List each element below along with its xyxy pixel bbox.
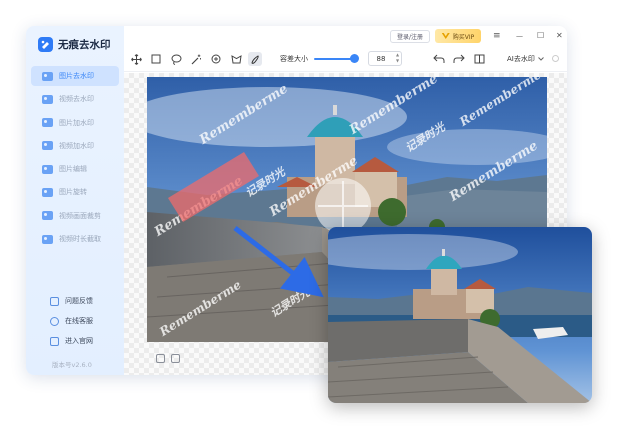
feedback-icon <box>50 296 59 306</box>
sidebar-item-video-crop[interactable]: 视频画面裁剪 <box>31 206 119 226</box>
maximize-icon[interactable]: ☐ <box>537 30 544 42</box>
zoom-icon[interactable] <box>171 354 180 363</box>
website-label: 进入官网 <box>65 337 93 345</box>
brush-size-stepper[interactable]: ▲ ▼ <box>394 52 401 65</box>
sidebar-item-label: 视频去水印 <box>59 95 94 104</box>
app-logo-icon <box>38 36 53 52</box>
rotate-icon <box>42 187 53 197</box>
feedback-link[interactable]: 问题反馈 <box>50 294 93 308</box>
sidebar-nav: 图片去水印 视频去水印 图片加水印 视频加水印 图片编辑 图片旋转 视频画面裁剪… <box>31 66 119 252</box>
sidebar-item-label: 图片去水印 <box>59 72 94 80</box>
result-preview-card <box>328 227 592 403</box>
ai-toggle-indicator[interactable] <box>552 55 559 62</box>
support-icon <box>50 316 59 326</box>
sidebar-item-video-watermark-remove[interactable]: 视频去水印 <box>31 89 119 109</box>
menu-icon[interactable]: ≡ <box>493 30 501 42</box>
buy-vip-button[interactable]: 购买VIP <box>435 29 481 43</box>
clip-icon <box>42 234 53 244</box>
sidebar-item-label: 视频时长截取 <box>59 235 101 244</box>
online-support-label: 在线客服 <box>65 317 93 325</box>
minimize-icon[interactable]: — <box>516 30 523 42</box>
brand: 无痕去水印 <box>38 36 111 52</box>
sidebar-item-label: 视频加水印 <box>59 141 94 150</box>
editor-toolbar: 容差大小 ▲▼ AI去水印 <box>124 46 567 72</box>
title-bar: 登录/注册 购买VIP ≡ — ☐ ✕ <box>124 26 567 46</box>
brush-size-slider[interactable] <box>314 58 354 60</box>
app-title: 无痕去水印 <box>58 38 111 51</box>
video-add-icon <box>42 141 53 151</box>
sidebar-item-image-watermark-add[interactable]: 图片加水印 <box>31 113 119 133</box>
polygon-icon[interactable] <box>229 52 243 66</box>
sidebar-item-label: 视频画面裁剪 <box>59 211 101 220</box>
brush-size-slider-handle[interactable] <box>350 54 359 63</box>
support-links: 问题反馈 在线客服 进入官网 <box>50 294 93 354</box>
ai-remove-dropdown[interactable]: AI去水印 <box>507 51 544 66</box>
website-icon <box>50 336 59 346</box>
brush-icon[interactable] <box>248 52 262 66</box>
ai-remove-label: AI去水印 <box>507 54 535 63</box>
video-icon <box>42 94 53 104</box>
website-link[interactable]: 进入官网 <box>50 334 93 348</box>
sidebar-item-image-rotate[interactable]: 图片旋转 <box>31 182 119 202</box>
version-label: 版本号v2.6.0 <box>52 361 92 369</box>
magic-wand-icon[interactable] <box>189 52 203 66</box>
sidebar-item-label: 图片旋转 <box>59 188 87 197</box>
crop-icon <box>42 211 53 221</box>
vip-label: 购买VIP <box>452 33 475 41</box>
sidebar-item-image-watermark-remove[interactable]: 图片去水印 <box>31 66 119 86</box>
fit-view-icon[interactable] <box>156 354 165 363</box>
move-icon[interactable] <box>129 52 143 66</box>
login-button[interactable]: 登录/注册 <box>390 30 431 43</box>
promo-stage: 无痕去水印 图片去水印 视频去水印 图片加水印 视频加水印 图片编辑 图片旋转 … <box>0 0 640 430</box>
image-edit-icon <box>42 164 53 174</box>
lasso-icon[interactable] <box>169 52 183 66</box>
redo-icon[interactable] <box>452 52 466 66</box>
feedback-label: 问题反馈 <box>65 297 93 305</box>
image-add-icon <box>42 118 53 128</box>
online-support-link[interactable]: 在线客服 <box>50 314 93 328</box>
image-icon <box>42 71 53 81</box>
sidebar-item-video-watermark-add[interactable]: 视频加水印 <box>31 136 119 156</box>
sidebar-item-image-edit[interactable]: 图片编辑 <box>31 159 119 179</box>
compare-icon[interactable] <box>472 52 486 66</box>
crown-icon <box>441 33 450 39</box>
brush-size-label: 容差大小 <box>280 55 308 63</box>
result-photo <box>328 227 592 403</box>
close-icon[interactable]: ✕ <box>556 30 563 42</box>
undo-icon[interactable] <box>432 52 446 66</box>
sidebar-item-label: 图片加水印 <box>59 118 94 127</box>
canvas-view-controls <box>156 354 180 363</box>
rect-select-icon[interactable] <box>149 52 163 66</box>
sidebar-item-video-trim[interactable]: 视频时长截取 <box>31 229 119 249</box>
sidebar-item-label: 图片编辑 <box>59 165 87 174</box>
smart-select-icon[interactable] <box>209 52 223 66</box>
chevron-down-icon <box>538 56 544 61</box>
sidebar: 无痕去水印 图片去水印 视频去水印 图片加水印 视频加水印 图片编辑 图片旋转 … <box>26 26 124 375</box>
